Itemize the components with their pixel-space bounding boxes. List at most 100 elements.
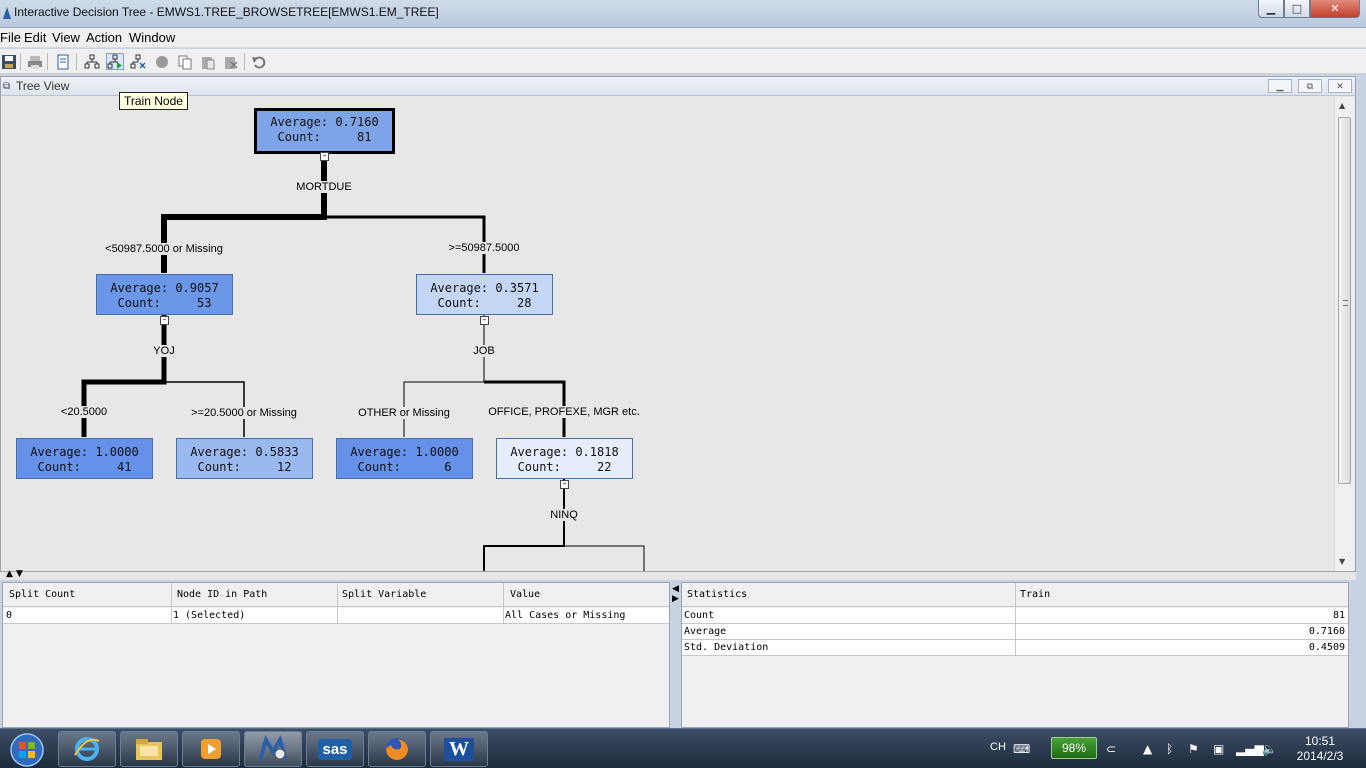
- node-average: Average: 0.5833: [190, 445, 299, 459]
- table-cell: 0.7160: [1308, 626, 1345, 637]
- undo-icon[interactable]: [250, 53, 268, 70]
- collapse-toggle[interactable]: –: [160, 316, 169, 325]
- column-divider: [1015, 583, 1016, 656]
- title-bar: Interactive Decision Tree - EMWS1.TREE_B…: [0, 0, 1366, 28]
- node-count: Count: 81: [277, 130, 372, 144]
- media-player-icon[interactable]: [182, 731, 240, 767]
- node-average: Average: 1.0000: [30, 445, 139, 459]
- window-title: Interactive Decision Tree - EMWS1.TREE_B…: [14, 5, 439, 19]
- clipboard-icon[interactable]: [222, 53, 240, 70]
- print-icon[interactable]: [26, 53, 44, 70]
- sas-label: sas: [318, 738, 352, 760]
- action-center-icon[interactable]: ⚑: [1188, 742, 1199, 756]
- collapse-left-icon[interactable]: ◀: [672, 584, 680, 594]
- collapse-toggle[interactable]: –: [480, 316, 489, 325]
- menu-file[interactable]: File: [0, 30, 21, 45]
- save-icon[interactable]: [0, 53, 18, 70]
- usb-icon[interactable]: ▣: [1213, 742, 1224, 756]
- tree-icon[interactable]: [83, 53, 101, 70]
- panel-splitter[interactable]: ▲ ▼: [0, 569, 1356, 580]
- branch-label: >=20.5000 or Missing: [190, 407, 298, 419]
- collapse-toggle[interactable]: –: [560, 480, 569, 489]
- copy-icon[interactable]: [176, 53, 194, 70]
- menu-bar: File Edit View Action Window: [0, 28, 1366, 48]
- expand-down-icon[interactable]: ▼: [16, 569, 23, 579]
- scroll-down-icon[interactable]: ▼: [1339, 557, 1345, 566]
- menu-edit[interactable]: Edit: [24, 30, 46, 45]
- column-header[interactable]: Split Count: [9, 589, 75, 600]
- panel-collapse-arrows[interactable]: ◀ ▶: [672, 584, 680, 604]
- internet-explorer-icon[interactable]: [58, 731, 116, 767]
- tree-node[interactable]: Average: 1.0000 Count: 41: [16, 438, 153, 479]
- volume-icon[interactable]: 🔈: [1262, 742, 1277, 756]
- tree-view-title: Tree View: [16, 79, 70, 93]
- panel-minimize-button[interactable]: ▁: [1268, 79, 1292, 93]
- record-icon[interactable]: [153, 53, 171, 70]
- paste-icon[interactable]: [199, 53, 217, 70]
- expand-up-icon[interactable]: ▲: [6, 569, 13, 579]
- prune-icon[interactable]: [129, 53, 147, 70]
- scroll-up-icon[interactable]: ▲: [1339, 101, 1345, 110]
- close-button[interactable]: ✕: [1310, 0, 1360, 18]
- sas-icon[interactable]: sas: [306, 731, 364, 767]
- path-table: Split Count Node ID in Path Split Variab…: [2, 582, 670, 728]
- power-plug-icon[interactable]: ⊂: [1106, 742, 1116, 756]
- table-cell: 0.4509: [1308, 642, 1345, 653]
- tree-node[interactable]: Average: 0.1818 Count: 22: [496, 438, 633, 479]
- taskbar: sas W CH ⌨ 98% ⊂ ▲ ᛒ ⚑ ▣ ▂▄▆ 🔈 10:51 201…: [0, 728, 1366, 768]
- branch-label: <20.5000: [59, 406, 109, 418]
- tree-node-root[interactable]: Average: 0.7160 Count: 81: [254, 108, 395, 154]
- column-header[interactable]: Split Variable: [342, 589, 426, 600]
- collapse-toggle[interactable]: –: [320, 152, 329, 161]
- tree-node[interactable]: Average: 1.0000 Count: 6: [336, 438, 473, 479]
- train-node-icon[interactable]: [106, 53, 124, 70]
- bluetooth-icon[interactable]: ᛒ: [1166, 742, 1173, 756]
- menu-window[interactable]: Window: [129, 30, 175, 45]
- tree-node[interactable]: Average: 0.9057 Count: 53: [96, 274, 233, 315]
- column-header[interactable]: Value: [510, 589, 540, 600]
- keyboard-icon[interactable]: ⌨: [1013, 742, 1030, 756]
- tree-node[interactable]: Average: 0.3571 Count: 28: [416, 274, 553, 315]
- column-header[interactable]: Train: [1020, 589, 1050, 600]
- sas-miner-icon[interactable]: [244, 731, 302, 767]
- word-icon[interactable]: W: [430, 731, 488, 767]
- table-cell: Average: [684, 626, 727, 637]
- battery-indicator[interactable]: 98%: [1051, 737, 1097, 759]
- column-header[interactable]: Node ID in Path: [177, 589, 267, 600]
- system-clock[interactable]: 10:51 2014/2/3: [1290, 734, 1350, 768]
- node-average: Average: 1.0000: [350, 445, 459, 459]
- vertical-scrollbar[interactable]: ▲ ▼: [1334, 97, 1354, 571]
- start-button[interactable]: [4, 731, 50, 768]
- node-count: Count: 6: [357, 460, 452, 474]
- show-hidden-icons[interactable]: ▲: [1143, 742, 1152, 756]
- toolbar-separator: [47, 53, 48, 70]
- firefox-icon[interactable]: [368, 731, 426, 767]
- network-signal-icon[interactable]: ▂▄▆: [1236, 742, 1264, 756]
- tree-edges: [81, 161, 645, 571]
- toolbar-separator: [244, 53, 245, 70]
- minimize-button[interactable]: ▁: [1258, 0, 1284, 18]
- collapse-right-icon[interactable]: ▶: [672, 594, 680, 604]
- column-header[interactable]: Statistics: [687, 589, 747, 600]
- menu-action[interactable]: Action: [86, 30, 122, 45]
- file-explorer-icon[interactable]: [120, 731, 178, 767]
- app-icon: [3, 7, 11, 19]
- node-average: Average: 0.9057: [110, 281, 219, 295]
- tree-node[interactable]: Average: 0.5833 Count: 12: [176, 438, 313, 479]
- train-node-tooltip: Train Node: [119, 92, 188, 110]
- table-row[interactable]: 0 1 (Selected) All Cases or Missing: [3, 608, 669, 624]
- app-window: Interactive Decision Tree - EMWS1.TREE_B…: [0, 0, 1366, 768]
- node-count: Count: 12: [197, 460, 292, 474]
- split-variable-label: NINQ: [549, 509, 579, 521]
- table-header-row: Split Count Node ID in Path Split Variab…: [3, 583, 669, 607]
- panel-close-button[interactable]: ✕: [1328, 79, 1352, 93]
- scroll-thumb[interactable]: [1338, 117, 1351, 484]
- input-language[interactable]: CH: [990, 741, 1006, 768]
- document-icon[interactable]: [54, 53, 72, 70]
- split-variable-label: YOJ: [152, 345, 176, 357]
- column-divider: [503, 583, 504, 624]
- panel-restore-button[interactable]: ⧉: [1298, 79, 1322, 93]
- maximize-button[interactable]: □: [1284, 0, 1310, 18]
- menu-view[interactable]: View: [52, 30, 80, 45]
- tree-view-icon: ⧉: [3, 81, 11, 92]
